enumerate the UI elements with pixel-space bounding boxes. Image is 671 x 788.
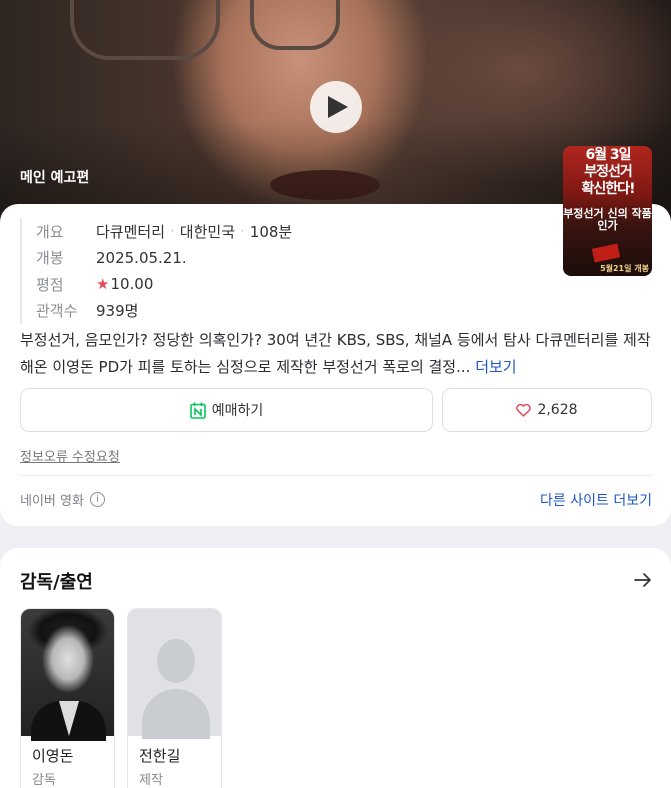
heart-icon xyxy=(516,403,532,417)
cast-member-card[interactable]: 전한길 제작 xyxy=(127,608,222,788)
calendar-n-icon xyxy=(189,402,206,419)
trailer-label: 메인 예고편 xyxy=(20,170,90,186)
person-role: 제작 xyxy=(139,773,163,788)
meta-key: 평점 xyxy=(36,275,64,294)
like-count: 2,628 xyxy=(537,402,578,418)
meta-row-release: 개봉 2025.05.21. xyxy=(36,245,292,272)
poster-release: 5월21일 개봉 xyxy=(600,264,649,273)
separator-dot: · xyxy=(240,222,245,241)
person-role: 감독 xyxy=(32,773,56,788)
meta-key: 관객수 xyxy=(36,302,78,321)
cast-card: 감독/출연 이영돈 감독 전한길 제작 xyxy=(0,548,671,788)
movie-info-page: 메인 예고편 개요 다큐멘터리 · 대한민국 · 108분 개봉 2025.05… xyxy=(0,0,671,788)
meta-audience: 939명 xyxy=(96,302,139,321)
person-name: 이영돈 xyxy=(32,747,74,765)
meta-country: 대한민국 xyxy=(179,222,235,241)
meta-row-rating: 평점 ★ 10.00 xyxy=(36,271,292,298)
report-error-link[interactable]: 정보오류 수정요청 xyxy=(20,446,120,465)
synopsis: 부정선거, 음모인가? 정당한 의혹인가? 30여 년간 KBS, SBS, 채… xyxy=(20,327,652,381)
book-ticket-label: 예매하기 xyxy=(211,403,264,419)
meta-row-audience: 관객수 939명 xyxy=(36,298,292,325)
poster-line: 6월 3일 xyxy=(585,147,631,163)
poster-line: 부정선거 xyxy=(584,164,633,180)
placeholder-head xyxy=(157,639,195,683)
poster-title: 부정선거 신의 작품인가 xyxy=(563,207,652,232)
meta-key: 개요 xyxy=(36,222,64,241)
glasses-shape xyxy=(250,0,340,50)
poster-headline: 6월 3일 부정선거 확신한다! xyxy=(566,147,650,198)
cast-section-title: 감독/출연 xyxy=(20,572,93,593)
arrow-right-icon[interactable] xyxy=(634,572,652,588)
meta-rating: 10.00 xyxy=(110,275,154,294)
cast-member-card[interactable]: 이영돈 감독 xyxy=(20,608,115,788)
person-placeholder-icon xyxy=(128,609,221,739)
play-button[interactable] xyxy=(310,81,362,133)
more-link[interactable]: 더보기 xyxy=(475,358,516,376)
placeholder-body xyxy=(142,689,210,739)
movie-meta: 개요 다큐멘터리 · 대한민국 · 108분 개봉 2025.05.21. 평점… xyxy=(20,218,292,324)
source-label: 네이버 영화 i xyxy=(20,490,105,509)
book-ticket-button[interactable]: 예매하기 xyxy=(20,388,433,432)
meta-release-date: 2025.05.21. xyxy=(96,248,187,267)
meta-key: 개봉 xyxy=(36,249,64,268)
meta-runtime: 108분 xyxy=(249,222,293,241)
like-button[interactable]: 2,628 xyxy=(442,388,652,432)
meta-genre: 다큐멘터리 xyxy=(96,222,166,241)
other-sites-link[interactable]: 다른 사이트 더보기 xyxy=(540,490,652,510)
separator-dot: · xyxy=(170,222,175,241)
person-photo xyxy=(21,609,114,741)
glasses-shape xyxy=(70,0,220,60)
star-icon: ★ xyxy=(96,275,110,294)
source-name: 네이버 영화 xyxy=(20,494,84,509)
poster-line: 확신한다! xyxy=(581,181,636,197)
person-name: 전한길 xyxy=(139,747,181,765)
movie-poster[interactable]: 6월 3일 부정선거 확신한다! 부정선거 신의 작품인가 5월21일 개봉 xyxy=(563,146,652,276)
play-icon xyxy=(328,96,348,118)
info-icon[interactable]: i xyxy=(89,492,105,507)
divider xyxy=(20,475,652,476)
poster-ballot xyxy=(591,243,621,263)
meta-row-genre: 개요 다큐멘터리 · 대한민국 · 108분 xyxy=(36,218,292,245)
synopsis-text: 부정선거, 음모인가? 정당한 의혹인가? 30여 년간 KBS, SBS, 채… xyxy=(20,331,651,376)
